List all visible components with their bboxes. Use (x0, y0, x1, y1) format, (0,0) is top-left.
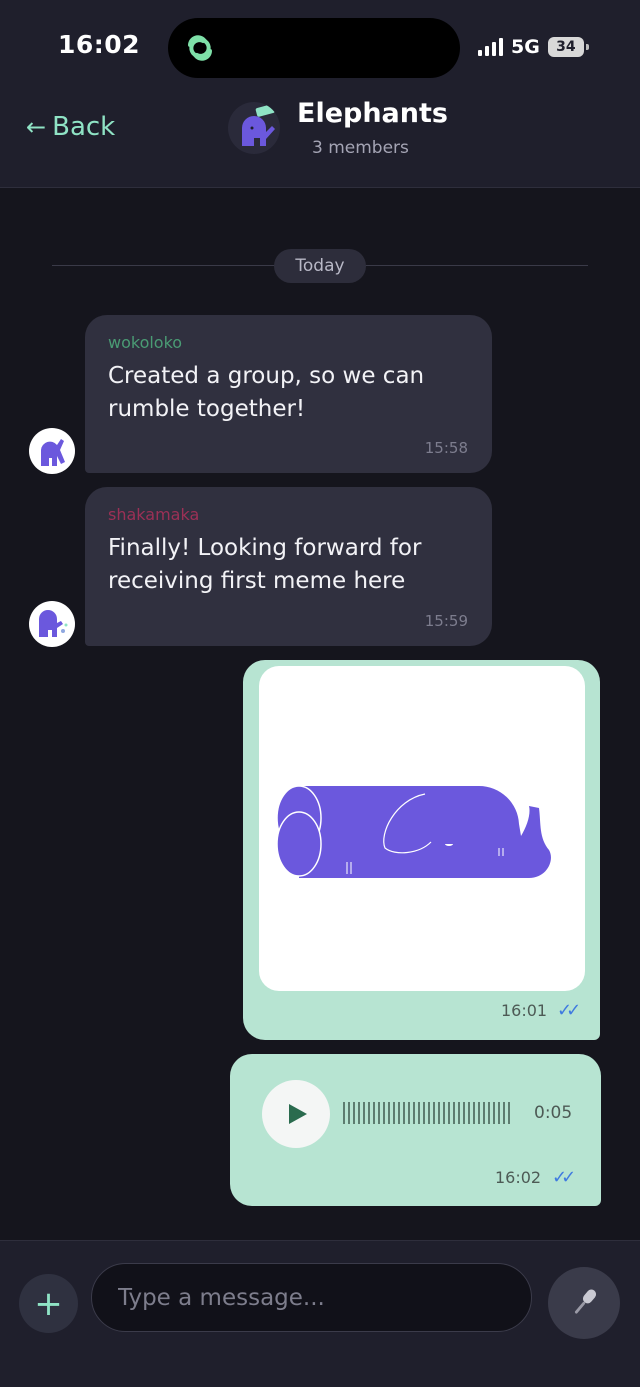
message-time: 16:01 (501, 1001, 548, 1020)
message-time: 15:58 (424, 439, 468, 457)
waveform-bar (473, 1102, 475, 1124)
group-avatar[interactable] (228, 102, 280, 154)
add-attachment-button[interactable]: + (19, 1274, 78, 1333)
chat-screen: 16:02 5G 34 ← Back Elephants 3 members T… (0, 0, 640, 1387)
page-title: Elephants (297, 98, 448, 129)
read-receipt-icon: ✓✓ (557, 1000, 581, 1021)
waveform-bar (388, 1102, 390, 1124)
date-separator: Today (52, 249, 588, 283)
status-indicators: 5G 34 (478, 34, 589, 60)
date-label: Today (274, 249, 366, 283)
message-time: 16:02 (495, 1168, 542, 1187)
back-arrow-icon: ← (26, 113, 47, 141)
microphone-icon (574, 1289, 597, 1314)
message-text: Finally! Looking forward for receiving f… (108, 535, 422, 594)
waveform-bar (453, 1102, 455, 1124)
waveform-bar (343, 1102, 345, 1124)
waveform-bar (503, 1102, 505, 1124)
sender-name: wokoloko (108, 333, 183, 352)
waveform-bar (488, 1102, 490, 1124)
sender-name: shakamaka (108, 505, 200, 524)
read-receipt-icon: ✓✓ (552, 1167, 576, 1188)
waveform-bar (403, 1102, 405, 1124)
waveform-bar (458, 1102, 460, 1124)
network-type: 5G (511, 36, 540, 58)
image-message[interactable]: 16:01 ✓✓ (243, 660, 600, 1040)
message-time: 15:59 (424, 612, 468, 630)
waveform-bar (348, 1102, 350, 1124)
waveform-bar (508, 1102, 510, 1124)
play-icon (289, 1104, 307, 1124)
message-composer: + (0, 1240, 640, 1387)
waveform-bar (433, 1102, 435, 1124)
status-time: 16:02 (58, 30, 141, 59)
signal-icon (478, 38, 503, 56)
chat-header: 16:02 5G 34 ← Back Elephants 3 members (0, 0, 640, 188)
waveform-bar (418, 1102, 420, 1124)
waveform-bar (498, 1102, 500, 1124)
waveform-bar (448, 1102, 450, 1124)
waveform-bar (438, 1102, 440, 1124)
meme-image[interactable] (259, 666, 585, 991)
message-text: Created a group, so we can rumble togeth… (108, 363, 425, 422)
voice-duration: 0:05 (534, 1103, 573, 1123)
waveform-bar (468, 1102, 470, 1124)
waveform-bar (363, 1102, 365, 1124)
waveform-bar (478, 1102, 480, 1124)
message-input[interactable] (91, 1263, 532, 1332)
waveform-bar (493, 1102, 495, 1124)
elephant-illustration (276, 785, 551, 878)
play-button[interactable] (262, 1080, 330, 1148)
waveform-bar (378, 1102, 380, 1124)
plus-icon: + (34, 1283, 63, 1324)
waveform-bar (353, 1102, 355, 1124)
waveform-bar (443, 1102, 445, 1124)
elephant-avatar-icon (242, 104, 275, 146)
waveform[interactable] (343, 1102, 511, 1124)
back-button[interactable]: ← Back (26, 112, 115, 142)
battery-icon: 34 (547, 37, 589, 57)
elephant-avatar-icon (41, 439, 65, 466)
waveform-bar (358, 1102, 360, 1124)
message-bubble[interactable]: wokoloko Created a group, so we can rumb… (85, 315, 492, 473)
elephant-avatar-icon (39, 610, 68, 637)
waveform-bar (408, 1102, 410, 1124)
app-link-icon (188, 35, 212, 61)
dynamic-island (168, 18, 460, 78)
waveform-bar (413, 1102, 415, 1124)
member-count: 3 members (312, 138, 409, 158)
avatar[interactable] (29, 428, 75, 474)
waveform-bar (428, 1102, 430, 1124)
back-label: Back (52, 112, 116, 142)
waveform-bar (373, 1102, 375, 1124)
waveform-bar (393, 1102, 395, 1124)
waveform-bar (383, 1102, 385, 1124)
voice-message: 0:05 16:02 ✓✓ (230, 1054, 601, 1206)
waveform-bar (398, 1102, 400, 1124)
waveform-bar (368, 1102, 370, 1124)
waveform-bar (463, 1102, 465, 1124)
waveform-bar (423, 1102, 425, 1124)
avatar[interactable] (29, 601, 75, 647)
waveform-bar (483, 1102, 485, 1124)
voice-record-button[interactable] (548, 1267, 620, 1339)
message-bubble[interactable]: shakamaka Finally! Looking forward for r… (85, 487, 492, 646)
